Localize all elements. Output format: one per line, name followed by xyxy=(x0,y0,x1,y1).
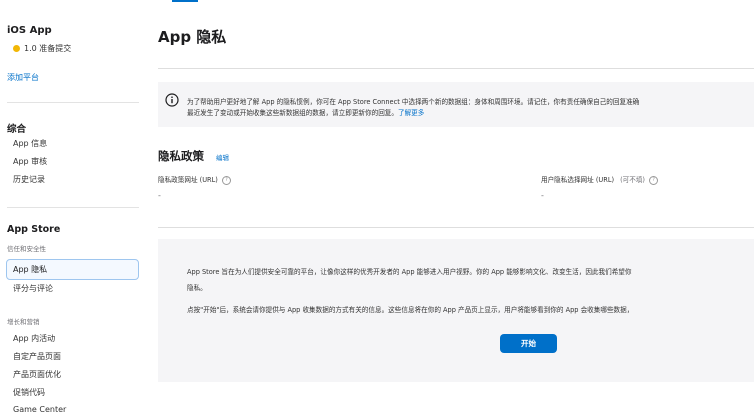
sidebar-item-app-privacy[interactable]: App 隐私 xyxy=(6,259,139,280)
learn-more-link[interactable]: 了解更多 xyxy=(398,109,424,117)
privacy-url-value: - xyxy=(158,191,161,200)
section-general-title: 综合 xyxy=(7,124,27,135)
title-divider xyxy=(158,68,754,69)
version-status[interactable]: 1.0 准备提交 xyxy=(13,43,71,54)
help-icon[interactable]: ? xyxy=(649,175,659,185)
get-started-text-3: 点按"开始"后，系统会请你提供与 App 收集数据的方式有关的信息。这些信息将在… xyxy=(187,306,634,314)
get-started-text-2: 隐私。 xyxy=(187,284,207,292)
sidebar-item-app-info[interactable]: App 信息 xyxy=(7,135,129,153)
status-dot-icon xyxy=(13,45,20,52)
notice-line-1: 为了帮助用户更好地了解 App 的隐私惯例，你可在 App Store Conn… xyxy=(187,98,640,106)
help-icon[interactable]: ? xyxy=(221,175,231,185)
get-started-text-1: App Store 旨在为人们提供安全可靠的平台，让像你这样的优秀开发者的 Ap… xyxy=(187,268,632,276)
get-started-button[interactable]: 开始 xyxy=(500,334,557,353)
growth-marketing-subtitle: 增长和营销 xyxy=(7,318,40,326)
add-platform-link[interactable]: 添加平台 xyxy=(7,72,39,83)
sidebar-item-in-app-events[interactable]: App 内活动 xyxy=(7,330,129,348)
notice-line-2-text: 最近发生了变动或开始收集这些新数据组的数据，请立即更新你的回复。 xyxy=(187,109,398,117)
app-name: iOS App xyxy=(7,25,52,36)
sidebar-item-custom-product-pages[interactable]: 自定产品页面 xyxy=(7,348,129,366)
sidebar-item-promo-codes[interactable]: 促销代码 xyxy=(7,384,129,402)
privacy-choices-url-value: - xyxy=(541,191,544,200)
privacy-policy-title: 隐私政策 xyxy=(158,149,204,163)
privacy-url-label-text: 隐私政策网址 (URL) xyxy=(158,176,218,184)
sidebar-item-ratings-reviews[interactable]: 评分与评论 xyxy=(7,280,129,298)
section-divider xyxy=(158,227,754,228)
sidebar-item-game-center[interactable]: Game Center xyxy=(7,401,129,419)
optional-label: (可不填) xyxy=(620,176,646,184)
notice-text: 为了帮助用户更好地了解 App 的隐私惯例，你可在 App Store Conn… xyxy=(187,97,754,119)
version-status-label: 1.0 准备提交 xyxy=(24,44,72,53)
privacy-choices-url-label-text: 用户隐私选择网址 (URL) xyxy=(541,176,615,184)
sidebar: iOS App 1.0 准备提交 添加平台 综合 App 信息 App 审核 历… xyxy=(0,0,150,420)
info-icon xyxy=(165,93,179,107)
privacy-url-label: 隐私政策网址 (URL)? xyxy=(158,174,231,185)
edit-policy-link[interactable]: 编辑 xyxy=(216,152,229,162)
sidebar-divider xyxy=(7,102,139,103)
sidebar-item-history[interactable]: 历史记录 xyxy=(7,171,129,189)
privacy-choices-url-label: 用户隐私选择网址 (URL) (可不填)? xyxy=(541,174,659,185)
section-app-store-title: App Store xyxy=(7,224,61,235)
sidebar-item-app-review[interactable]: App 审核 xyxy=(7,153,129,171)
trust-safety-subtitle: 信任和安全性 xyxy=(7,245,46,253)
sidebar-item-product-page-optimization[interactable]: 产品页面优化 xyxy=(7,366,129,384)
top-tab-indicator xyxy=(172,0,198,2)
sidebar-divider xyxy=(7,207,139,208)
page-title: App 隐私 xyxy=(158,28,227,46)
notice-line-2: 最近发生了变动或开始收集这些新数据组的数据，请立即更新你的回复。了解更多 xyxy=(187,108,754,119)
